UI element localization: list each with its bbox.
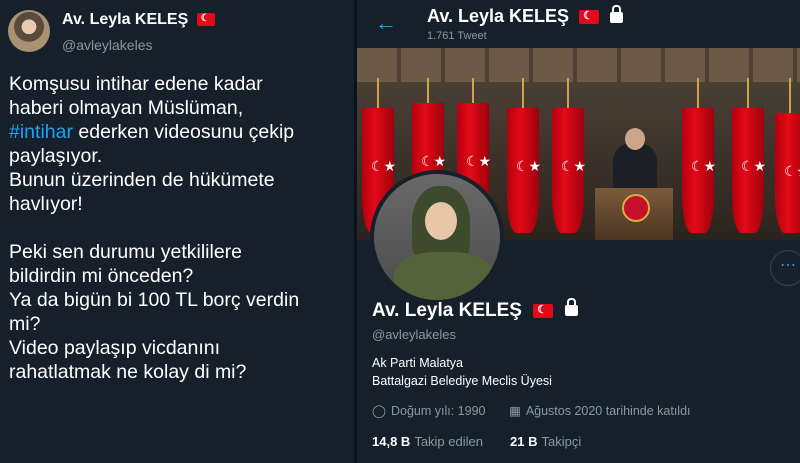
banner-speaker-head xyxy=(625,128,645,150)
banner-flag: ☾★ xyxy=(732,108,766,233)
profile-name: Av. Leyla KELEŞ ☾ xyxy=(372,298,578,322)
calendar-icon: ▦ xyxy=(509,404,521,418)
tweet-author-handle[interactable]: @avleylakeles xyxy=(62,37,152,53)
hashtag-link[interactable]: #intihar xyxy=(9,121,73,143)
join-info: ▦ Ağustos 2020 tarihinde katıldı xyxy=(509,404,691,418)
profile-bio-line1: Ak Parti Malatya xyxy=(372,356,464,370)
tweet-count: 1.761 Tweet xyxy=(427,30,487,42)
podium-seal-icon xyxy=(622,194,650,222)
tweet-text: Komşusu intihar edene kadar haberi olmay… xyxy=(9,73,300,383)
profile-panel: ← Av. Leyla KELEŞ ☾ 1.761 Tweet ☾★ ☾★ ☾★… xyxy=(357,0,800,463)
balloon-icon: ◯ xyxy=(372,404,386,418)
turkey-flag-icon: ☾ xyxy=(533,303,554,318)
profile-topbar: ← Av. Leyla KELEŞ ☾ 1.761 Tweet xyxy=(357,0,800,48)
banner-ceiling xyxy=(357,48,800,82)
profile-handle: @avleylakeles xyxy=(372,327,457,342)
profile-header-name: Av. Leyla KELEŞ ☾ xyxy=(427,4,624,27)
banner-flag: ☾★ xyxy=(507,108,541,233)
more-icon[interactable]: ⋯ xyxy=(770,250,800,286)
lock-icon xyxy=(564,298,578,317)
tweet-panel: Av. Leyla KELEŞ ☾ @avleylakeles Komşusu … xyxy=(0,0,354,463)
banner-flag: ☾★ xyxy=(552,108,586,233)
banner-flag: ☾★ xyxy=(682,108,716,233)
following-stat[interactable]: 14,8 B Takip edilen xyxy=(372,434,483,449)
banner-speaker xyxy=(613,143,657,193)
followers-stat[interactable]: 21 B Takipçi xyxy=(510,434,581,449)
profile-bio-line2: Battalgazi Belediye Meclis Üyesi xyxy=(372,374,552,388)
tweet-avatar[interactable] xyxy=(8,10,50,52)
turkey-flag-icon: ☾ xyxy=(196,13,215,27)
birth-info: ◯ Doğum yılı: 1990 xyxy=(372,404,486,418)
banner-flag: ☾★ xyxy=(775,113,800,233)
lock-icon xyxy=(610,4,624,23)
tweet-author-name[interactable]: Av. Leyla KELEŞ ☾ xyxy=(62,11,215,29)
profile-avatar[interactable] xyxy=(370,170,504,304)
back-arrow-icon[interactable]: ← xyxy=(375,10,397,36)
turkey-flag-icon: ☾ xyxy=(579,10,600,25)
